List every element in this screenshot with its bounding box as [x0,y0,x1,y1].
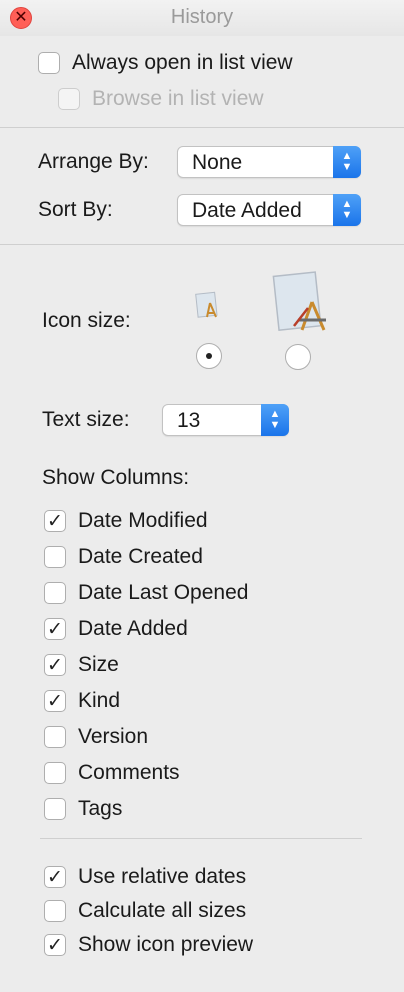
icon-size-small-radio[interactable] [196,343,222,369]
icon-size-label: Icon size: [42,309,131,332]
column-option-version[interactable]: Version [44,725,148,749]
show-icon-preview-checkbox[interactable]: ✓ [44,934,66,956]
size-checkbox[interactable]: ✓ [44,654,66,676]
column-option-kind[interactable]: ✓ Kind [44,689,120,713]
show-icon-preview-option[interactable]: ✓ Show icon preview [44,933,253,957]
use-relative-dates-label: Use relative dates [78,865,247,888]
divider-2 [0,244,404,245]
radio-selected-dot [206,353,212,359]
use-relative-dates-checkbox[interactable]: ✓ [44,866,66,888]
column-option-date-created[interactable]: Date Created [44,545,203,569]
date-last-opened-checkbox[interactable] [44,582,66,604]
always-open-list-view-option[interactable]: Always open in list view [38,51,293,75]
calculate-all-sizes-checkbox[interactable] [44,900,66,922]
app-document-icon-small [195,291,218,318]
calculate-all-sizes-label: Calculate all sizes [78,899,247,922]
date-added-label: Date Added [78,617,188,640]
browse-list-view-label: Browse in list view [92,87,264,110]
sort-by-label: Sort By: [38,198,113,221]
column-option-tags[interactable]: Tags [44,797,122,821]
date-last-opened-label: Date Last Opened [78,581,249,604]
column-option-size[interactable]: ✓ Size [44,653,119,677]
show-icon-preview-label: Show icon preview [78,933,254,956]
arrange-by-select[interactable]: None ▲ ▼ [177,146,361,178]
version-label: Version [78,725,149,748]
text-size-label: Text size: [42,408,130,431]
arrange-by-value: None [192,151,243,174]
text-size-value: 13 [177,409,201,432]
browse-list-view-option: Browse in list view [58,87,264,111]
size-label: Size [78,653,119,676]
comments-label: Comments [78,761,180,784]
kind-checkbox[interactable]: ✓ [44,690,66,712]
sort-by-select[interactable]: Date Added ▲ ▼ [177,194,361,226]
divider-1 [0,127,404,128]
date-created-label: Date Created [78,545,203,568]
select-arrows-icon: ▲ ▼ [333,194,361,226]
comments-checkbox[interactable] [44,762,66,784]
arrange-by-label: Arrange By: [38,150,149,173]
browse-list-view-checkbox [58,88,80,110]
always-open-list-view-label: Always open in list view [72,51,293,74]
title-bar: ✕ History [0,0,404,36]
show-columns-label: Show Columns: [42,466,190,489]
calculate-all-sizes-option[interactable]: Calculate all sizes [44,899,246,923]
column-option-date-last-opened[interactable]: Date Last Opened [44,581,248,605]
date-created-checkbox[interactable] [44,546,66,568]
icon-size-large-radio[interactable] [285,344,311,370]
tags-label: Tags [78,797,123,820]
tags-checkbox[interactable] [44,798,66,820]
select-arrows-icon: ▲ ▼ [333,146,361,178]
column-option-date-modified[interactable]: ✓ Date Modified [44,509,208,533]
sort-by-value: Date Added [192,199,302,222]
text-size-select[interactable]: 13 ▲ ▼ [162,404,289,436]
date-modified-checkbox[interactable]: ✓ [44,510,66,532]
use-relative-dates-option[interactable]: ✓ Use relative dates [44,865,246,889]
window-title: History [170,6,234,28]
app-document-icon-large [272,271,326,331]
version-checkbox[interactable] [44,726,66,748]
select-arrows-icon: ▲ ▼ [261,404,289,436]
date-added-checkbox[interactable]: ✓ [44,618,66,640]
date-modified-label: Date Modified [78,509,208,532]
column-option-comments[interactable]: Comments [44,761,180,785]
divider-3 [40,838,362,839]
kind-label: Kind [78,689,121,712]
always-open-list-view-checkbox[interactable] [38,52,60,74]
column-option-date-added[interactable]: ✓ Date Added [44,617,188,641]
